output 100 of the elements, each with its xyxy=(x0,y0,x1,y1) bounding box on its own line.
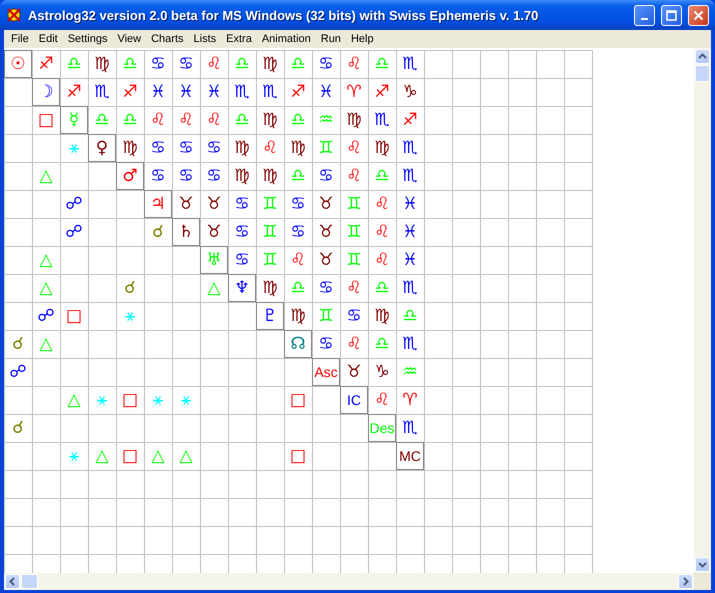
aspect-glyph: △ xyxy=(95,448,109,464)
horizontal-scrollbar[interactable] xyxy=(4,573,694,590)
zodiac-sign: ♋ xyxy=(234,196,250,212)
zodiac-sign: ♋ xyxy=(178,140,194,156)
menu-item[interactable]: Extra xyxy=(221,33,257,45)
zodiac-sign: ♉ xyxy=(178,196,194,212)
zodiac-sign: ♓ xyxy=(150,84,166,100)
zodiac-sign: ♊ xyxy=(262,252,278,268)
aspect-glyph: △ xyxy=(179,448,193,464)
zodiac-sign: ♍ xyxy=(234,140,250,156)
aspect-glyph: □ xyxy=(290,448,306,464)
close-button[interactable] xyxy=(688,4,709,26)
zodiac-sign: ♈ xyxy=(402,392,418,408)
zodiac-sign: ♎ xyxy=(122,112,138,128)
planet-glyph: ♄ xyxy=(172,218,200,246)
menu-item[interactable]: Help xyxy=(346,33,379,45)
zodiac-sign: ♐ xyxy=(374,84,390,100)
aspect-glyph: △ xyxy=(67,392,81,408)
zodiac-sign: ♉ xyxy=(318,196,334,212)
menu-item[interactable]: Run xyxy=(316,33,346,45)
zodiac-sign: ♎ xyxy=(374,280,390,296)
zodiac-sign: ♋ xyxy=(318,336,334,352)
zodiac-sign: ♋ xyxy=(318,56,334,72)
chevron-right-icon xyxy=(681,577,690,586)
aspect-glyph: ⚹ xyxy=(125,308,135,324)
zodiac-sign: ♋ xyxy=(290,224,306,240)
vertical-scrollbar[interactable] xyxy=(694,48,711,573)
zodiac-sign: ♎ xyxy=(66,56,82,72)
zodiac-sign: ♎ xyxy=(234,56,250,72)
zodiac-sign: ♍ xyxy=(262,112,278,128)
minimize-button[interactable] xyxy=(634,4,655,26)
zodiac-sign: ♏ xyxy=(374,112,390,128)
zodiac-sign: ♒ xyxy=(318,112,334,128)
zodiac-sign: ♍ xyxy=(262,168,278,184)
scroll-down-button[interactable] xyxy=(695,557,710,572)
zodiac-sign: ♏ xyxy=(402,336,418,352)
aspect-glyph: ☍ xyxy=(65,196,83,212)
menu-item[interactable]: Edit xyxy=(34,33,63,45)
zodiac-sign: ♎ xyxy=(374,168,390,184)
zodiac-sign: ♉ xyxy=(206,196,222,212)
zodiac-sign: ♈ xyxy=(346,84,362,100)
zodiac-sign: ♍ xyxy=(374,140,390,156)
zodiac-sign: ♏ xyxy=(402,56,418,72)
zodiac-sign: ♌ xyxy=(262,140,278,156)
app-icon xyxy=(6,7,22,23)
size-grip[interactable] xyxy=(694,573,711,590)
angle-label: MC xyxy=(396,442,424,470)
zodiac-sign: ♓ xyxy=(318,84,334,100)
angle-label: IC xyxy=(340,386,368,414)
angle-label: Asc xyxy=(312,358,340,386)
aspect-glyph: □ xyxy=(122,448,138,464)
menu-item[interactable]: Lists xyxy=(188,33,222,45)
menu-item[interactable]: View xyxy=(112,33,146,45)
zodiac-sign: ♊ xyxy=(346,224,362,240)
zodiac-sign: ♋ xyxy=(150,56,166,72)
zodiac-sign: ♉ xyxy=(318,252,334,268)
zodiac-sign: ♑ xyxy=(374,364,390,380)
zodiac-sign: ♏ xyxy=(234,84,250,100)
zodiac-sign: ♎ xyxy=(290,56,306,72)
menu-item[interactable]: File xyxy=(6,33,34,45)
zodiac-sign: ♉ xyxy=(318,224,334,240)
menu-item[interactable]: Animation xyxy=(256,33,316,45)
scroll-right-button[interactable] xyxy=(678,574,693,589)
zodiac-sign: ♍ xyxy=(234,168,250,184)
zodiac-sign: ♌ xyxy=(346,336,362,352)
menu-item[interactable]: Settings xyxy=(62,33,112,45)
zodiac-sign: ♌ xyxy=(374,224,390,240)
planet-glyph: ☉ xyxy=(4,50,32,78)
zodiac-sign: ♌ xyxy=(374,252,390,268)
aspect-glyph: □ xyxy=(122,392,138,408)
close-icon xyxy=(693,10,704,20)
zodiac-sign: ♌ xyxy=(206,112,222,128)
zodiac-sign: ♍ xyxy=(262,56,278,72)
zodiac-sign: ♏ xyxy=(402,420,418,436)
aspect-glyph: △ xyxy=(151,448,165,464)
zodiac-sign: ♏ xyxy=(402,168,418,184)
zodiac-sign: ♑ xyxy=(402,84,418,100)
zodiac-sign: ♋ xyxy=(234,252,250,268)
maximize-button[interactable] xyxy=(661,4,682,26)
zodiac-sign: ♓ xyxy=(402,224,418,240)
zodiac-sign: ♊ xyxy=(318,140,334,156)
zodiac-sign: ♋ xyxy=(178,56,194,72)
zodiac-sign: ♍ xyxy=(374,308,390,324)
scroll-thumb[interactable] xyxy=(21,574,38,589)
menu-item[interactable]: Charts xyxy=(146,33,189,45)
window-title: Astrolog32 version 2.0 beta for MS Windows (32 bits) with Swiss Ephemeris v. 1.70 xyxy=(28,8,540,22)
aspect-glyph: ☌ xyxy=(124,280,136,296)
zodiac-sign: ♌ xyxy=(206,56,222,72)
zodiac-sign: ♌ xyxy=(178,112,194,128)
zodiac-sign: ♏ xyxy=(402,140,418,156)
scroll-up-button[interactable] xyxy=(695,49,710,64)
zodiac-sign: ♋ xyxy=(346,308,362,324)
zodiac-sign: ♌ xyxy=(374,392,390,408)
aspect-glyph: ⚹ xyxy=(69,448,79,464)
scroll-left-button[interactable] xyxy=(5,574,20,589)
planet-glyph: ♇ xyxy=(256,302,284,330)
aspect-glyph: ☌ xyxy=(12,336,24,352)
zodiac-sign: ♎ xyxy=(94,112,110,128)
scroll-thumb[interactable] xyxy=(695,65,710,82)
zodiac-sign: ♎ xyxy=(290,112,306,128)
